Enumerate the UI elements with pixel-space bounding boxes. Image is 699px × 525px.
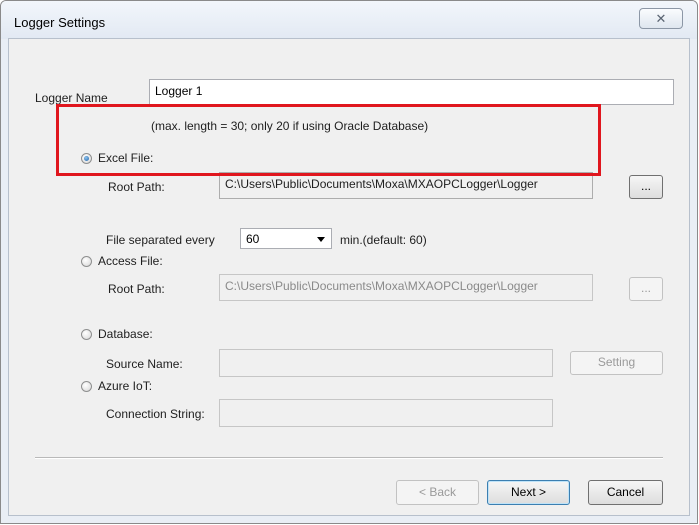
chevron-down-icon bbox=[317, 237, 325, 242]
interval-suffix: min.(default: 60) bbox=[340, 233, 427, 247]
source-name-label: Source Name: bbox=[106, 357, 183, 371]
source-name-input[interactable] bbox=[219, 349, 553, 377]
interval-select[interactable]: 60 bbox=[240, 228, 332, 249]
cancel-button[interactable]: Cancel bbox=[588, 480, 663, 505]
access-root-path-label: Root Path: bbox=[108, 282, 165, 296]
database-setting-label: Setting bbox=[597, 355, 636, 369]
database-radio[interactable] bbox=[81, 329, 92, 340]
close-button[interactable]: ✕ bbox=[639, 8, 683, 29]
connection-string-label: Connection String: bbox=[106, 407, 205, 421]
interval-value: 60 bbox=[246, 232, 260, 246]
next-button[interactable]: Next > bbox=[487, 480, 570, 505]
back-label: < Back bbox=[418, 485, 457, 499]
access-file-radio[interactable] bbox=[81, 256, 92, 267]
access-file-label: Access File: bbox=[98, 254, 163, 268]
file-separated-label: File separated every bbox=[106, 233, 215, 247]
access-browse-button[interactable]: ... bbox=[629, 277, 663, 301]
close-icon: ✕ bbox=[655, 11, 667, 26]
azure-iot-radio[interactable] bbox=[81, 381, 92, 392]
access-root-path-input[interactable]: C:\Users\Public\Documents\Moxa\MXAOPCLog… bbox=[219, 274, 593, 301]
logger-settings-dialog: Logger Settings ✕ Logger Name Logger 1 (… bbox=[0, 0, 698, 524]
connection-string-input[interactable] bbox=[219, 399, 553, 427]
database-setting-button[interactable]: Setting bbox=[570, 351, 663, 375]
logger-name-input[interactable]: Logger 1 bbox=[149, 79, 674, 105]
footer-divider bbox=[35, 457, 663, 459]
access-root-path-value: C:\Users\Public\Documents\Moxa\MXAOPCLog… bbox=[225, 279, 538, 293]
excel-root-path-input[interactable]: C:\Users\Public\Documents\Moxa\MXAOPCLog… bbox=[219, 172, 593, 199]
excel-root-path-label: Root Path: bbox=[108, 180, 165, 194]
excel-browse-button[interactable]: ... bbox=[629, 175, 663, 199]
database-label: Database: bbox=[98, 327, 153, 341]
azure-iot-label: Azure IoT: bbox=[98, 379, 153, 393]
excel-file-highlight-box bbox=[56, 104, 601, 176]
next-label: Next > bbox=[510, 485, 546, 499]
logger-name-value: Logger 1 bbox=[155, 84, 203, 98]
excel-browse-label: ... bbox=[640, 179, 651, 193]
access-browse-label: ... bbox=[640, 281, 651, 295]
title-bar: Logger Settings ✕ bbox=[1, 1, 697, 39]
dialog-title: Logger Settings bbox=[14, 15, 106, 30]
excel-root-path-value: C:\Users\Public\Documents\Moxa\MXAOPCLog… bbox=[225, 177, 538, 191]
cancel-label: Cancel bbox=[606, 485, 645, 499]
back-button[interactable]: < Back bbox=[396, 480, 479, 505]
logger-name-label: Logger Name bbox=[35, 91, 108, 105]
